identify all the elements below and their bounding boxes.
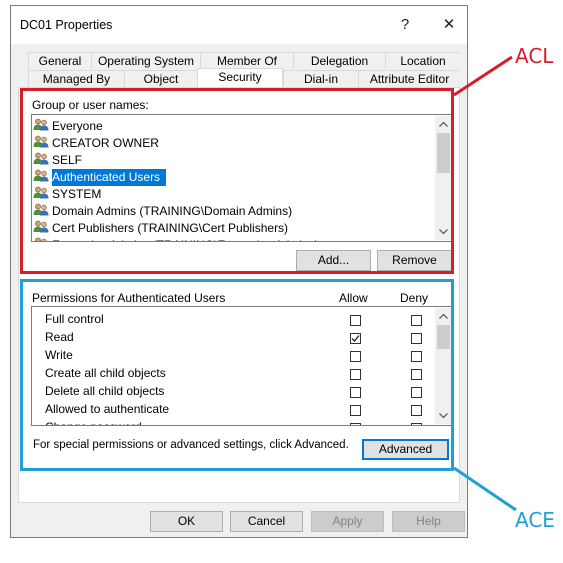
ace-label: ACE	[515, 508, 555, 532]
ok-button[interactable]: OK	[150, 511, 223, 532]
ace-connector-line	[453, 466, 517, 512]
annotation-connectors	[453, 55, 517, 512]
tab-managed-by[interactable]: Managed By	[28, 70, 124, 87]
close-button[interactable]: ✕	[431, 11, 467, 39]
tab-member-of[interactable]: Member Of	[200, 52, 293, 69]
cancel-button[interactable]: Cancel	[230, 511, 303, 532]
title-bar: DC01 Properties ? ✕	[11, 6, 467, 44]
tab-security[interactable]: Security	[197, 68, 283, 87]
acl-connector-line	[453, 55, 513, 97]
window-title: DC01 Properties	[20, 18, 113, 32]
tab-object[interactable]: Object	[124, 70, 197, 87]
apply-button[interactable]: Apply	[311, 511, 384, 532]
help-button[interactable]: ?	[387, 11, 423, 39]
tab-dial-in[interactable]: Dial-in	[283, 70, 358, 87]
acl-highlight-box	[20, 88, 454, 274]
ace-highlight-box	[20, 279, 454, 471]
tab-delegation[interactable]: Delegation	[293, 52, 385, 69]
tab-operating-system[interactable]: Operating System	[91, 52, 200, 69]
acl-label: ACL	[515, 44, 554, 68]
tab-general[interactable]: General	[28, 52, 91, 69]
